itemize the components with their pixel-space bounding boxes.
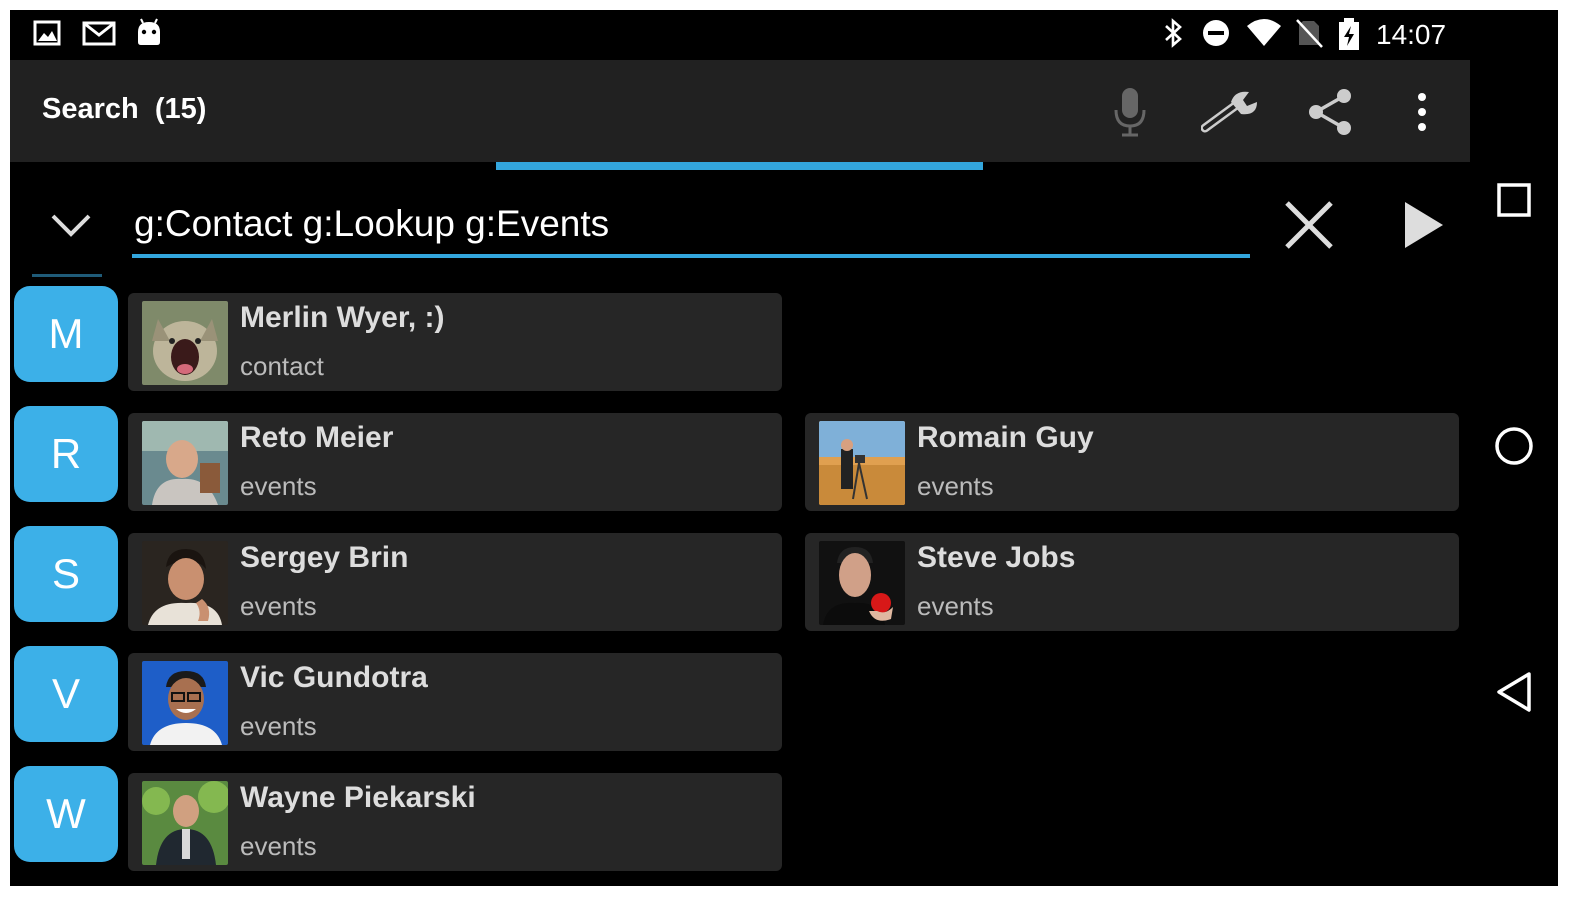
contact-avatar xyxy=(142,781,228,865)
result-card-merlin-wyer[interactable]: Merlin Wyer, :) contact xyxy=(128,293,782,391)
close-icon[interactable] xyxy=(1274,190,1344,260)
status-bar: 14:07 xyxy=(10,10,1470,60)
result-card-vic-gundotra[interactable]: Vic Gundotra events xyxy=(128,653,782,751)
collapse-underline xyxy=(32,274,102,277)
result-card-wayne-piekarski[interactable]: Wayne Piekarski events xyxy=(128,773,782,871)
contact-avatar xyxy=(819,421,905,505)
chevron-down-icon[interactable] xyxy=(36,190,106,260)
app-toolbar: Search (15) xyxy=(10,60,1470,162)
result-card-romain-guy[interactable]: Romain Guy events xyxy=(805,413,1459,511)
overflow-menu-icon[interactable] xyxy=(1390,80,1454,144)
android-icon xyxy=(134,18,164,48)
group-letter-r[interactable]: R xyxy=(14,406,118,502)
share-icon[interactable] xyxy=(1298,80,1362,144)
result-card-sergey-brin[interactable]: Sergey Brin events xyxy=(128,533,782,631)
play-icon[interactable] xyxy=(1388,190,1458,260)
result-type: events xyxy=(240,831,317,861)
gmail-icon xyxy=(82,18,116,48)
result-type: events xyxy=(917,471,994,501)
recents-icon[interactable] xyxy=(1484,170,1544,230)
group-letter-v[interactable]: V xyxy=(14,646,118,742)
back-icon[interactable] xyxy=(1484,662,1544,722)
do-not-disturb-icon xyxy=(1200,18,1230,48)
result-name: Merlin Wyer, :) xyxy=(240,301,445,334)
result-type: events xyxy=(240,471,317,501)
result-name: Wayne Piekarski xyxy=(240,781,476,814)
group-letter-s[interactable]: S xyxy=(14,526,118,622)
contact-avatar xyxy=(142,541,228,625)
result-name: Romain Guy xyxy=(917,421,1094,454)
result-type: events xyxy=(240,711,317,741)
result-type: events xyxy=(917,591,994,621)
contact-avatar xyxy=(142,301,228,385)
result-card-steve-jobs[interactable]: Steve Jobs events xyxy=(805,533,1459,631)
wifi-icon xyxy=(1246,18,1281,48)
search-input[interactable] xyxy=(132,194,1250,258)
device-screen: 14:07 Search (15) M R S V W xyxy=(10,10,1558,886)
result-name: Reto Meier xyxy=(240,421,394,454)
toolbar-title: Search (15) xyxy=(42,93,207,125)
status-time: 14:07 xyxy=(1376,19,1447,50)
progress-fill xyxy=(496,162,983,170)
result-name: Steve Jobs xyxy=(917,541,1076,574)
navigation-bar xyxy=(1470,10,1558,886)
no-sim-icon xyxy=(1294,18,1324,48)
contact-avatar xyxy=(142,421,228,505)
bluetooth-icon xyxy=(1158,18,1188,48)
mic-icon[interactable] xyxy=(1098,80,1162,144)
progress-bar xyxy=(10,162,1470,172)
battery-charging-icon xyxy=(1336,18,1366,50)
contact-avatar xyxy=(142,661,228,745)
result-type: contact xyxy=(240,351,324,381)
wrench-icon[interactable] xyxy=(1200,80,1264,144)
group-letter-w[interactable]: W xyxy=(14,766,118,862)
contact-avatar xyxy=(819,541,905,625)
result-type: events xyxy=(240,591,317,621)
result-name: Sergey Brin xyxy=(240,541,409,574)
result-card-reto-meier[interactable]: Reto Meier events xyxy=(128,413,782,511)
home-icon[interactable] xyxy=(1484,416,1544,476)
result-name: Vic Gundotra xyxy=(240,661,428,694)
group-letter-m[interactable]: M xyxy=(14,286,118,382)
image-icon xyxy=(32,18,62,48)
